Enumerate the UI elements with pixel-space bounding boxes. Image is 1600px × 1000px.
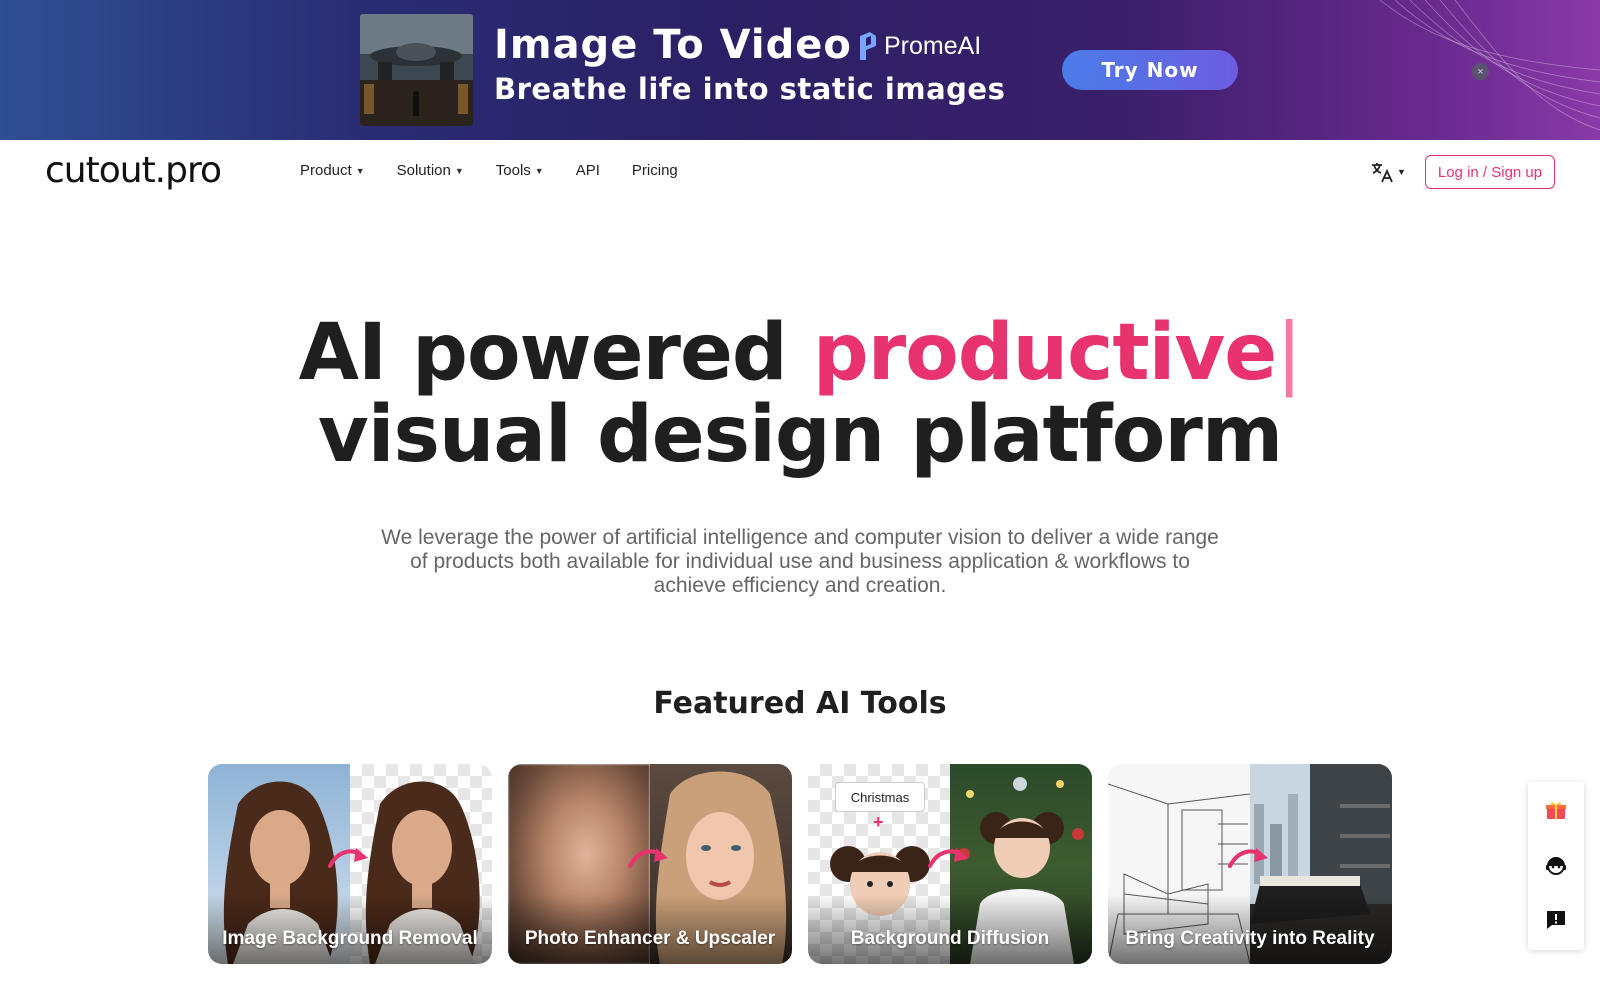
tool-card-photo-enhancer[interactable]: Photo Enhancer & Upscaler [508, 764, 792, 964]
arrow-right-icon [628, 848, 668, 868]
hero-title-part2: visual design platform [317, 390, 1283, 480]
tool-card-background-diffusion[interactable]: Christmas + Background Diffusion [808, 764, 1092, 964]
floating-side-widget [1528, 782, 1584, 950]
chevron-down-icon: ▼ [355, 165, 365, 176]
nav-item-label: API [575, 162, 600, 179]
nav-item-api[interactable]: API [576, 162, 600, 179]
nav-item-solution[interactable]: Solution ▼ [397, 162, 464, 179]
hero-title-part1: AI powered [298, 308, 813, 398]
wave-decoration [1379, 0, 1600, 131]
card-label: Image Background Removal [222, 928, 478, 949]
translate-icon [1372, 163, 1393, 183]
promo-banner[interactable]: Image To Video PromeAI Breathe life into… [0, 0, 1600, 140]
feedback-icon [1547, 911, 1565, 929]
nav-item-label: Solution [396, 162, 451, 179]
banner-close-icon[interactable]: × [1472, 63, 1489, 80]
login-signup-button[interactable]: Log in / Sign up [1425, 155, 1555, 189]
banner-title: Image To Video [494, 22, 852, 68]
nav-item-label: Tools [495, 162, 531, 179]
cutout-logo[interactable]: cutout.pro [45, 150, 222, 191]
hero-description: We leverage the power of artificial inte… [381, 526, 1219, 597]
typing-cursor: | [1276, 308, 1302, 398]
support-agent-icon [1546, 857, 1566, 875]
nav-item-label: Product [300, 162, 352, 179]
nav-menu: Product ▼ Solution ▼ Tools ▼ API Pricing [300, 162, 710, 179]
featured-tools-title: Featured AI Tools [653, 686, 947, 721]
top-nav: cutout.pro Product ▼ Solution ▼ Tools ▼ … [0, 140, 1600, 204]
card-label: Bring Creativity into Reality [1125, 928, 1375, 949]
nav-item-product[interactable]: Product ▼ [300, 162, 365, 179]
tool-card-background-removal[interactable]: Image Background Removal [208, 764, 492, 964]
hero-title: AI powered productive| visual design pla… [0, 312, 1600, 476]
try-now-button[interactable]: Try Now [1062, 50, 1238, 90]
chevron-down-icon: ▼ [454, 165, 464, 176]
arrow-right-icon [1228, 848, 1268, 868]
nav-item-label: Pricing [631, 162, 678, 179]
promeai-logo-icon [860, 32, 876, 60]
tool-card-creativity-reality[interactable]: Bring Creativity into Reality [1108, 764, 1392, 964]
support-button[interactable] [1542, 852, 1570, 880]
nav-item-pricing[interactable]: Pricing [632, 162, 678, 179]
banner-subtitle: Breathe life into static images [494, 72, 1006, 106]
spaceship-thumbnail [360, 14, 473, 126]
nav-item-tools[interactable]: Tools ▼ [496, 162, 544, 179]
arrow-right-icon [928, 848, 968, 868]
language-selector[interactable]: ▼ [1370, 160, 1406, 184]
arrow-right-icon [328, 848, 368, 868]
promeai-brand: PromeAI [856, 30, 981, 62]
gift-button[interactable] [1542, 796, 1570, 824]
card-label: Background Diffusion [850, 928, 1050, 949]
hero-title-accent: productive [812, 308, 1277, 398]
chevron-down-icon: ▼ [534, 165, 544, 176]
feedback-button[interactable] [1542, 906, 1570, 934]
card-label: Photo Enhancer & Upscaler [524, 928, 776, 949]
gift-icon [1546, 802, 1566, 819]
chevron-down-icon: ▼ [1397, 167, 1406, 177]
brand-name: PromeAI [884, 31, 982, 60]
featured-tools-cards: Image Background Removal Photo Enhancer … [208, 764, 1392, 964]
